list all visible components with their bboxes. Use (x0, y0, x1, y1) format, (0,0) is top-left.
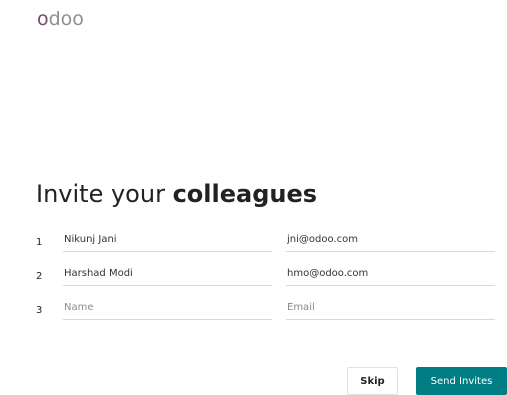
title-prefix: Invite your (36, 180, 173, 208)
email-input[interactable] (286, 266, 495, 286)
row-number: 2 (36, 271, 43, 282)
row-number: 3 (36, 305, 43, 316)
page-title: Invite your colleagues (36, 178, 317, 210)
invite-row-3: 3 (0, 300, 507, 324)
email-input[interactable] (286, 300, 495, 320)
odoo-logo: odoo (37, 8, 84, 30)
send-invites-button[interactable]: Send Invites (416, 367, 507, 395)
invite-row-1: 1 (0, 232, 507, 256)
name-input[interactable] (63, 232, 272, 252)
title-emphasis: colleagues (172, 180, 318, 208)
name-input[interactable] (63, 300, 272, 320)
invite-row-2: 2 (0, 266, 507, 290)
email-input[interactable] (286, 232, 495, 252)
logo-rest: doo (48, 8, 84, 30)
row-number: 1 (36, 237, 43, 248)
logo-first-letter: o (37, 8, 49, 30)
skip-button[interactable]: Skip (347, 367, 398, 395)
name-input[interactable] (63, 266, 272, 286)
